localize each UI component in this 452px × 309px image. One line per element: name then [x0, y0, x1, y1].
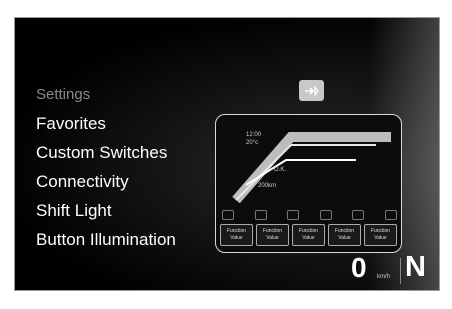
function-cells: Function Value Function Value Function Valu… [220, 224, 397, 246]
status-divider [400, 258, 401, 284]
status-icon [254, 210, 267, 220]
menu-item-settings: Settings [36, 86, 91, 103]
function-cell: Function Value [364, 224, 397, 246]
preview-odometer: O.K. [274, 167, 287, 173]
status-icon [287, 210, 300, 220]
settings-menu: Settings Favorites Custom Switches Conne… [36, 80, 176, 254]
status-icon [222, 210, 234, 220]
function-cell: Function Value [328, 224, 361, 246]
enter-button[interactable] [299, 80, 324, 101]
menu-item-favorites[interactable]: Favorites [36, 109, 176, 138]
status-icon [352, 210, 365, 220]
menu-item-connectivity[interactable]: Connectivity [36, 167, 176, 196]
function-cell: Function Value [256, 224, 289, 246]
gear-indicator: N [405, 251, 426, 283]
layout-preview: 12:00 20°c O.K. 200km Function Value Func… [215, 114, 402, 253]
display-screen: Settings Favorites Custom Switches Conne… [14, 17, 440, 291]
preview-trip: 200km [258, 183, 277, 189]
function-cell: Function Value [220, 224, 253, 246]
menu-item-custom-switches[interactable]: Custom Switches [36, 138, 176, 167]
function-cell: Function Value [292, 224, 325, 246]
status-icon [384, 210, 397, 220]
preview-clock: 12:00 20°c [246, 132, 262, 146]
speed-readout: 0 [351, 252, 367, 283]
status-icon [319, 210, 332, 220]
enter-arrow-icon [304, 84, 319, 97]
menu-item-shift-light[interactable]: Shift Light [36, 196, 176, 225]
speed-unit: km/h [377, 274, 391, 280]
preview-icon-row [222, 210, 397, 220]
menu-item-button-illumination[interactable]: Button Illumination [36, 225, 176, 254]
